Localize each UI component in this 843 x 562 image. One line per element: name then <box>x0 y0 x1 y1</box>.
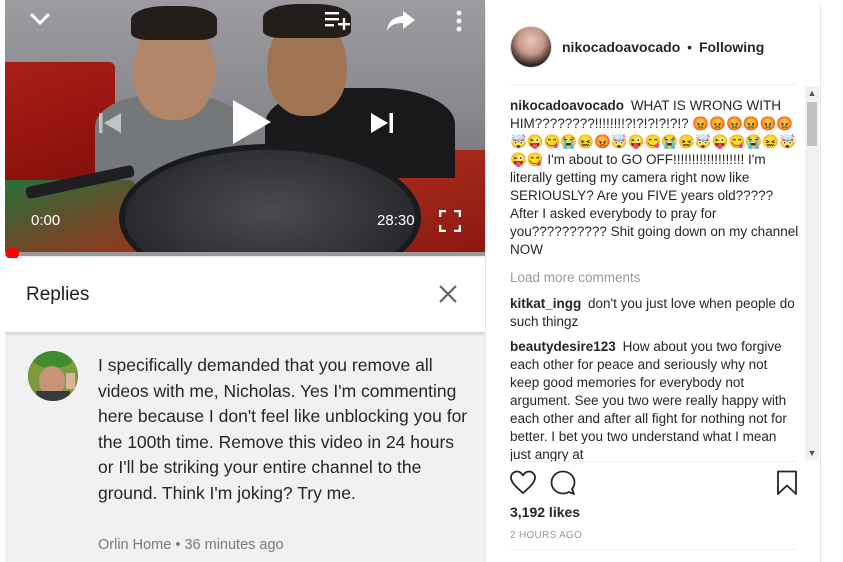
divider <box>510 549 796 550</box>
bookmark-icon[interactable] <box>776 470 798 496</box>
reply-time: 36 minutes ago <box>184 537 284 553</box>
share-icon[interactable] <box>385 8 417 34</box>
comment-username[interactable]: beautydesire123 <box>510 339 616 354</box>
likes-count[interactable]: 3,192 likes <box>510 504 580 520</box>
progress-bar[interactable] <box>5 252 485 256</box>
post-header: nikocadoavocado • Following <box>562 39 764 55</box>
replies-title: Replies <box>26 284 90 305</box>
scroll-down-arrow-icon[interactable]: ▼ <box>805 446 819 460</box>
meta-separator: • <box>175 537 181 553</box>
scrollbar[interactable]: ▲ ▼ <box>805 86 819 460</box>
video-player[interactable]: 0:00 28:30 <box>5 0 485 256</box>
youtube-pane: 0:00 28:30 Replies I specifically demand… <box>5 0 485 562</box>
replies-header: Replies <box>5 258 485 332</box>
divider <box>510 461 796 462</box>
avatar[interactable] <box>510 26 552 68</box>
header-separator: • <box>687 39 693 55</box>
fullscreen-icon[interactable] <box>438 209 462 233</box>
total-duration: 28:30 <box>377 212 415 229</box>
post-timestamp: 2 HOURS AGO <box>510 530 583 541</box>
skip-next-icon[interactable] <box>367 108 397 138</box>
reply-meta: Orlin Home • 36 minutes ago <box>98 537 284 553</box>
heart-icon[interactable] <box>510 470 536 496</box>
reply-comment-text: I specifically demanded that you remove … <box>98 355 468 503</box>
avatar[interactable] <box>28 351 78 401</box>
play-icon[interactable] <box>229 98 273 146</box>
comment-text: How about you two forgive each other for… <box>510 339 787 461</box>
scroll-thumb[interactable] <box>807 102 817 146</box>
comment-icon[interactable] <box>550 470 576 496</box>
caption: nikocadoavocado WHAT IS WRONG WITH HIM??… <box>510 97 800 259</box>
divider <box>510 84 796 85</box>
load-more-comments-button[interactable]: Load more comments <box>510 269 800 287</box>
playlist-add-icon[interactable] <box>323 8 351 34</box>
comment-item: beautydesire123 How about you two forgiv… <box>510 338 800 461</box>
following-button[interactable]: Following <box>699 39 764 55</box>
chevron-down-icon[interactable] <box>27 6 53 32</box>
caption-text: WHAT IS WRONG WITH HIM????????!!!!!!!!?!… <box>510 98 799 257</box>
reply-author[interactable]: Orlin Home <box>98 537 171 553</box>
caption-username[interactable]: nikocadoavocado <box>510 98 624 113</box>
current-time: 0:00 <box>31 212 61 229</box>
close-icon[interactable] <box>437 283 459 305</box>
header-username[interactable]: nikocadoavocado <box>562 39 680 55</box>
comment-username[interactable]: kitkat_ingg <box>510 296 581 311</box>
comment-item: kitkat_ingg don't you just love when peo… <box>510 295 800 331</box>
comments-list[interactable]: nikocadoavocado WHAT IS WRONG WITH HIM??… <box>510 97 800 461</box>
more-vert-icon[interactable] <box>451 8 467 34</box>
scroll-up-arrow-icon[interactable]: ▲ <box>805 86 819 100</box>
instagram-pane: nikocadoavocado • Following nikocadoavoc… <box>485 6 821 562</box>
skip-previous-icon[interactable] <box>95 108 125 138</box>
